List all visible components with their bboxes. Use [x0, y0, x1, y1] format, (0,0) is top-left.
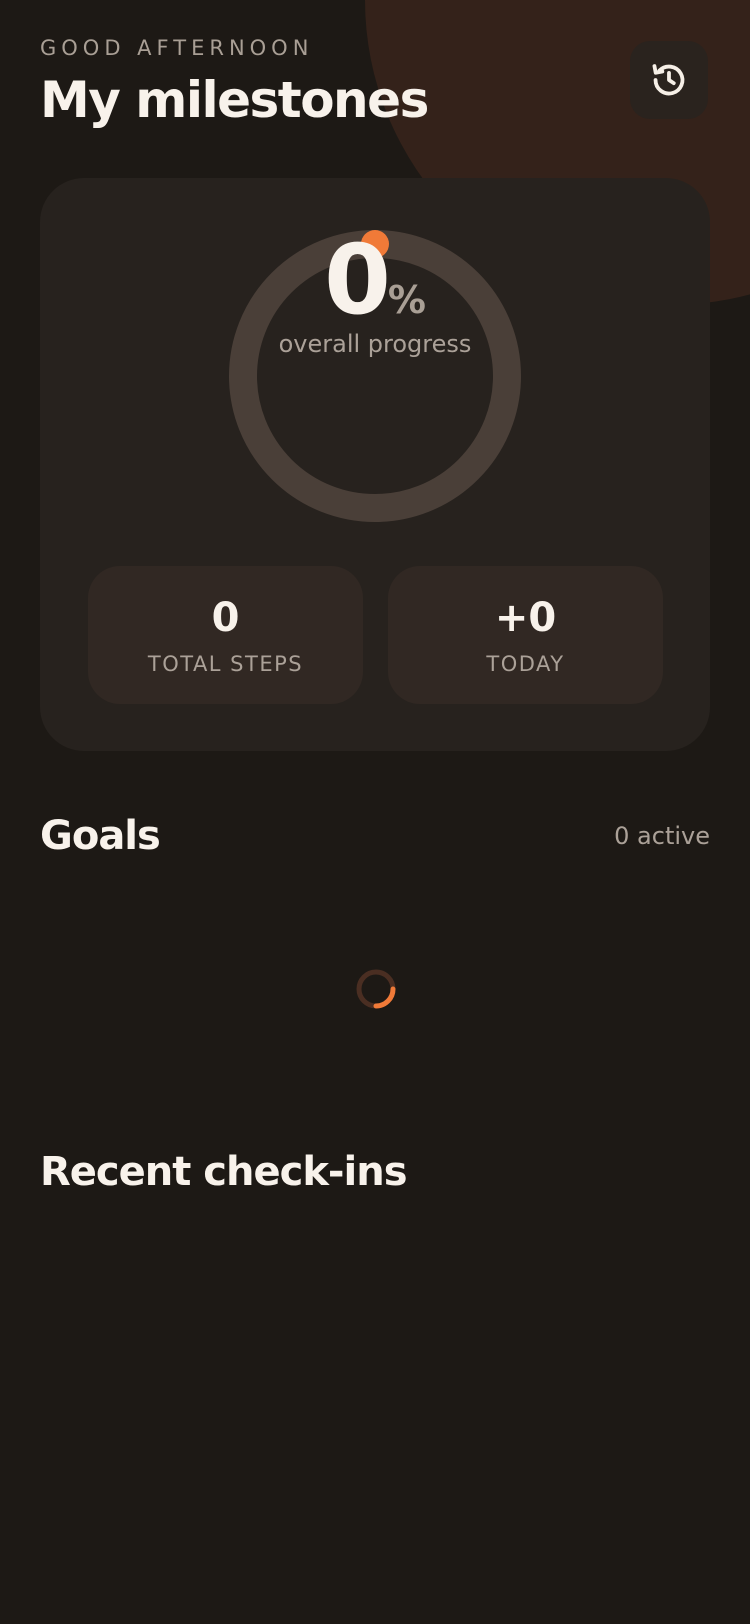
progress-readout: 0% overall progress [229, 230, 521, 358]
stat-label: TODAY [486, 652, 565, 676]
page-title: My milestones [40, 71, 429, 129]
history-button[interactable] [630, 41, 708, 119]
progress-percent: 0 [324, 224, 391, 336]
history-icon [652, 64, 685, 96]
stat-value: 0 [211, 595, 240, 641]
loading-spinner-icon [356, 969, 396, 1009]
stat-today: +0 TODAY [388, 566, 663, 704]
milestones-screen: GOOD AFTERNOON My milestones 0% overall … [0, 0, 750, 1624]
header: GOOD AFTERNOON My milestones [40, 34, 429, 130]
stat-label: TOTAL STEPS [147, 652, 304, 676]
stat-value: +0 [494, 595, 557, 641]
progress-card: 0% overall progress 0 TOTAL STEPS +0 TOD… [40, 178, 710, 751]
goals-active-count: 0 active [614, 822, 710, 850]
greeting: GOOD AFTERNOON [40, 36, 314, 60]
goals-heading: Goals [40, 813, 161, 859]
recent-checkins-heading: Recent check-ins [40, 1149, 408, 1195]
progress-label: overall progress [278, 330, 472, 358]
progress-percent-sign: % [387, 278, 426, 322]
stat-total-steps: 0 TOTAL STEPS [88, 566, 363, 704]
